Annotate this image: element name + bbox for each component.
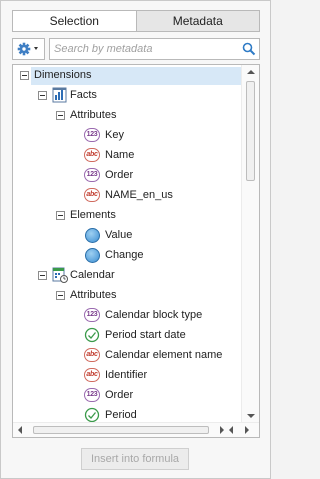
search-icon[interactable] — [242, 42, 256, 56]
collapse-toggle[interactable] — [38, 91, 47, 100]
tree-node-attribute[interactable]: Period start date — [13, 325, 241, 345]
tree-node-facts-attributes[interactable]: Attributes — [13, 105, 241, 125]
tree-node-attribute[interactable]: Period — [13, 405, 241, 423]
tree-rows: Dimensions Facts Attributes 123 Key abc … — [13, 65, 241, 423]
date-type-icon — [84, 327, 100, 343]
metadata-panel: Selection Metadata Search by metadata Di… — [0, 0, 271, 479]
scroll-left-icon[interactable] — [18, 426, 22, 434]
tree-node-attribute[interactable]: abc Calendar element name — [13, 345, 241, 365]
insert-into-formula-button[interactable]: Insert into formula — [81, 448, 189, 470]
search-input[interactable] — [54, 41, 234, 57]
tree-node-calendar-attributes[interactable]: Attributes — [13, 285, 241, 305]
vertical-scrollbar[interactable] — [241, 65, 259, 423]
text-type-icon: abc — [84, 188, 100, 202]
tab-selection[interactable]: Selection — [12, 10, 137, 32]
number-type-icon: 123 — [84, 308, 100, 322]
scroll-left-icon[interactable] — [229, 426, 233, 434]
number-type-icon: 123 — [84, 128, 100, 142]
gear-icon — [17, 42, 38, 56]
tree-node-attribute[interactable]: 123 Order — [13, 165, 241, 185]
tree-node-facts[interactable]: Facts — [13, 85, 241, 105]
collapse-toggle[interactable] — [38, 271, 47, 280]
scroll-down-icon[interactable] — [247, 414, 255, 418]
vertical-scroll-thumb[interactable] — [246, 81, 255, 181]
chevron-down-icon — [33, 47, 38, 50]
tree-node-element[interactable]: Change — [13, 245, 241, 265]
tree-node-facts-elements[interactable]: Elements — [13, 205, 241, 225]
collapse-toggle[interactable] — [56, 211, 65, 220]
tree-node-attribute[interactable]: 123 Order — [13, 385, 241, 405]
text-type-icon: abc — [84, 368, 100, 382]
tab-bar: Selection Metadata — [12, 10, 260, 32]
number-type-icon: 123 — [84, 168, 100, 182]
date-type-icon — [84, 407, 100, 423]
fact-table-icon — [52, 87, 67, 103]
tree-node-dimensions[interactable]: Dimensions — [13, 65, 241, 85]
element-icon — [85, 248, 100, 263]
collapse-toggle[interactable] — [56, 111, 65, 120]
collapse-toggle[interactable] — [20, 71, 29, 80]
search-box — [49, 38, 260, 60]
scroll-right-icon[interactable] — [220, 426, 224, 434]
scroll-right-icon[interactable] — [245, 426, 249, 434]
tree-node-attribute[interactable]: 123 Calendar block type — [13, 305, 241, 325]
number-type-icon: 123 — [84, 388, 100, 402]
metadata-tree: Dimensions Facts Attributes 123 Key abc … — [12, 64, 260, 438]
tree-node-attribute[interactable]: abc NAME_en_us — [13, 185, 241, 205]
tree-node-calendar[interactable]: Calendar — [13, 265, 241, 285]
tree-node-attribute[interactable]: abc Name — [13, 145, 241, 165]
text-type-icon: abc — [84, 348, 100, 362]
tree-node-element[interactable]: Value — [13, 225, 241, 245]
settings-dropdown-button[interactable] — [12, 38, 45, 60]
tree-node-attribute[interactable]: 123 Key — [13, 125, 241, 145]
calendar-dimension-icon — [52, 267, 68, 283]
scroll-up-icon[interactable] — [247, 70, 255, 74]
horizontal-scroll-thumb[interactable] — [33, 426, 209, 434]
tab-metadata[interactable]: Metadata — [136, 10, 260, 32]
element-icon — [85, 228, 100, 243]
text-type-icon: abc — [84, 148, 100, 162]
toolbar — [12, 38, 260, 60]
collapse-toggle[interactable] — [56, 291, 65, 300]
tree-node-attribute[interactable]: abc Identifier — [13, 365, 241, 385]
horizontal-scrollbar[interactable] — [13, 422, 259, 437]
